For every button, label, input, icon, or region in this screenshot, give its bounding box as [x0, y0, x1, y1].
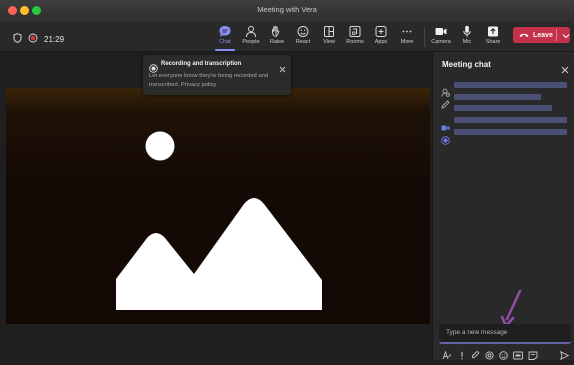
people-button[interactable]: People	[238, 24, 264, 51]
sticker-icon[interactable]	[528, 347, 538, 365]
react-button[interactable]: React	[290, 24, 316, 51]
recording-icon	[28, 30, 38, 48]
hang-up-icon	[519, 33, 529, 37]
camera-icon	[435, 28, 447, 35]
react-label: React	[295, 39, 311, 45]
chevron-down-icon[interactable]	[562, 26, 570, 44]
emoji-icon[interactable]	[499, 347, 508, 365]
rooms-icon	[349, 26, 361, 37]
close-chat-icon[interactable]	[561, 61, 569, 79]
rooms-button[interactable]: Rooms	[342, 24, 368, 51]
recording-notice: Recording and transcription Let everyone…	[143, 55, 291, 95]
mic-button[interactable]: Mic	[454, 24, 480, 51]
leave-call-button[interactable]: Leave	[513, 32, 556, 39]
chat-event-line	[454, 105, 552, 111]
react-icon	[297, 26, 309, 37]
raise-hand-button[interactable]: Raise	[264, 24, 290, 51]
meeting-toolbar: 21:29 Chat People Raise React View Rooms…	[0, 22, 574, 52]
recording-status-icon	[441, 132, 450, 150]
chat-event-line	[454, 82, 567, 88]
view-button[interactable]: View	[316, 24, 342, 51]
message-composer[interactable]: Type a new message	[439, 324, 571, 344]
annotation-arrow	[500, 289, 522, 328]
chat-event-line	[454, 129, 567, 135]
share-button[interactable]: Share	[480, 24, 506, 51]
send-icon[interactable]	[560, 347, 570, 365]
recording-notice-title: Recording and transcription	[161, 61, 242, 67]
mic-icon	[463, 25, 471, 37]
chat-button[interactable]: Chat	[212, 24, 238, 51]
close-icon[interactable]	[279, 60, 286, 78]
leave-divider	[556, 29, 557, 41]
people-icon	[246, 26, 256, 38]
camera-label: Camera	[431, 39, 451, 45]
shield-icon	[13, 30, 22, 48]
meeting-chat-panel: Meeting chat Type a new message	[432, 52, 574, 361]
attach-icon[interactable]	[471, 347, 480, 365]
meeting-stage	[6, 52, 430, 354]
active-tab-indicator	[215, 49, 235, 51]
view-icon	[324, 26, 334, 37]
apps-icon	[375, 26, 387, 37]
meeting-timer: 21:29	[44, 34, 65, 44]
raise-hand-icon	[272, 25, 280, 38]
chat-event-line	[454, 117, 567, 123]
chat-event-line	[454, 94, 541, 100]
chat-panel-title: Meeting chat	[442, 60, 491, 69]
leave-label: Leave	[533, 31, 553, 39]
recording-notice-body: Let everyone know they're being recorded…	[149, 73, 269, 88]
share-label: Share	[485, 39, 501, 45]
shared-video	[6, 88, 430, 324]
more-icon	[402, 30, 412, 33]
leave-button[interactable]: Leave	[513, 27, 570, 43]
raise-label: Raise	[269, 39, 285, 45]
important-icon[interactable]	[459, 347, 465, 365]
people-label: People	[242, 39, 260, 45]
chat-icon	[219, 26, 231, 37]
camera-button[interactable]: Camera	[428, 24, 454, 51]
view-label: View	[323, 39, 335, 45]
share-icon	[488, 26, 498, 37]
loop-icon[interactable]	[485, 347, 494, 365]
pencil-icon	[441, 96, 450, 114]
gif-icon[interactable]	[513, 347, 523, 365]
format-icon[interactable]	[442, 347, 452, 365]
apps-label: Apps	[374, 39, 388, 45]
toolbar-divider	[424, 27, 425, 47]
message-input[interactable]: Type a new message	[446, 329, 507, 336]
more-label: More	[400, 39, 414, 45]
more-button[interactable]: More	[394, 24, 420, 51]
mic-label: Mic	[462, 39, 472, 45]
image-placeholder-icon	[116, 131, 322, 310]
window-titlebar: Meeting with Vera	[0, 0, 574, 23]
window-title: Meeting with Vera	[257, 5, 317, 14]
chat-label: Chat	[219, 39, 231, 45]
apps-button[interactable]: Apps	[368, 24, 394, 51]
rooms-label: Rooms	[346, 39, 364, 45]
